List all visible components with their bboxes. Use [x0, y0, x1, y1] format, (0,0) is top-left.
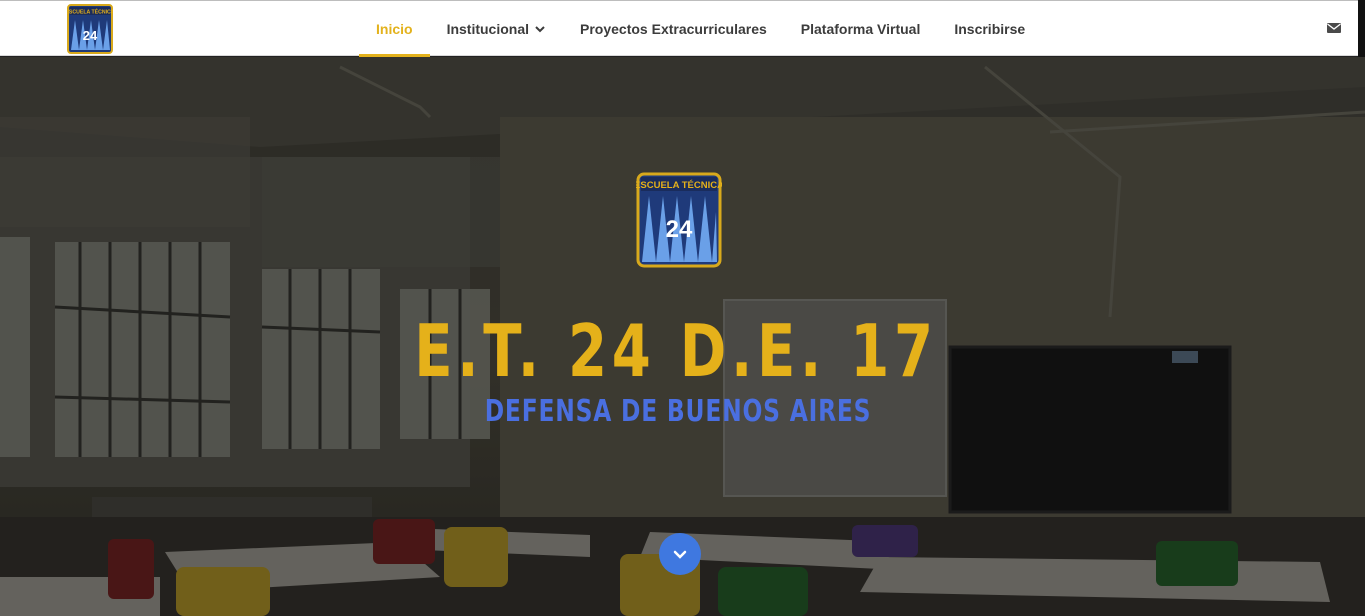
logo-text: ESCUELA TÉCNICA — [67, 8, 113, 16]
emblem-text: ESCUELA TÉCNICA — [636, 180, 722, 191]
hero-subtitle: DEFENSA DE BUENOS AIRES — [484, 394, 872, 429]
nav-item-label: Inscribirse — [954, 21, 1026, 37]
nav-item-label: Inicio — [376, 21, 413, 37]
chevron-down-icon — [535, 26, 545, 33]
main-nav: Inicio Institucional Proyectos Extracurr… — [359, 1, 1042, 57]
nav-item-institucional[interactable]: Institucional — [430, 1, 563, 57]
envelope-icon[interactable] — [1326, 21, 1342, 35]
nav-item-label: Institucional — [446, 21, 530, 37]
hero-emblem: ESCUELA TÉCNICA 24 — [636, 172, 722, 268]
school-logo[interactable]: ESCUELA TÉCNICA 24 — [67, 4, 113, 54]
scroll-down-button[interactable] — [659, 533, 701, 575]
hero-section: ESCUELA TÉCNICA 24 E.T. 24 D.E. 17 DEFEN… — [0, 57, 1365, 616]
top-navbar: ESCUELA TÉCNICA 24 Inicio Institucional … — [0, 0, 1358, 57]
nav-item-plataforma[interactable]: Plataforma Virtual — [784, 1, 938, 57]
hero-title: E.T. 24 D.E. 17 — [414, 309, 938, 393]
nav-item-inicio[interactable]: Inicio — [359, 1, 430, 57]
nav-item-inscribirse[interactable]: Inscribirse — [937, 1, 1042, 57]
chevron-down-icon — [673, 550, 687, 559]
nav-item-proyectos[interactable]: Proyectos Extracurriculares — [563, 1, 784, 57]
nav-item-label: Proyectos Extracurriculares — [580, 21, 767, 37]
nav-item-label: Plataforma Virtual — [800, 21, 921, 37]
emblem-number: 24 — [666, 216, 693, 243]
logo-number: 24 — [83, 28, 98, 43]
